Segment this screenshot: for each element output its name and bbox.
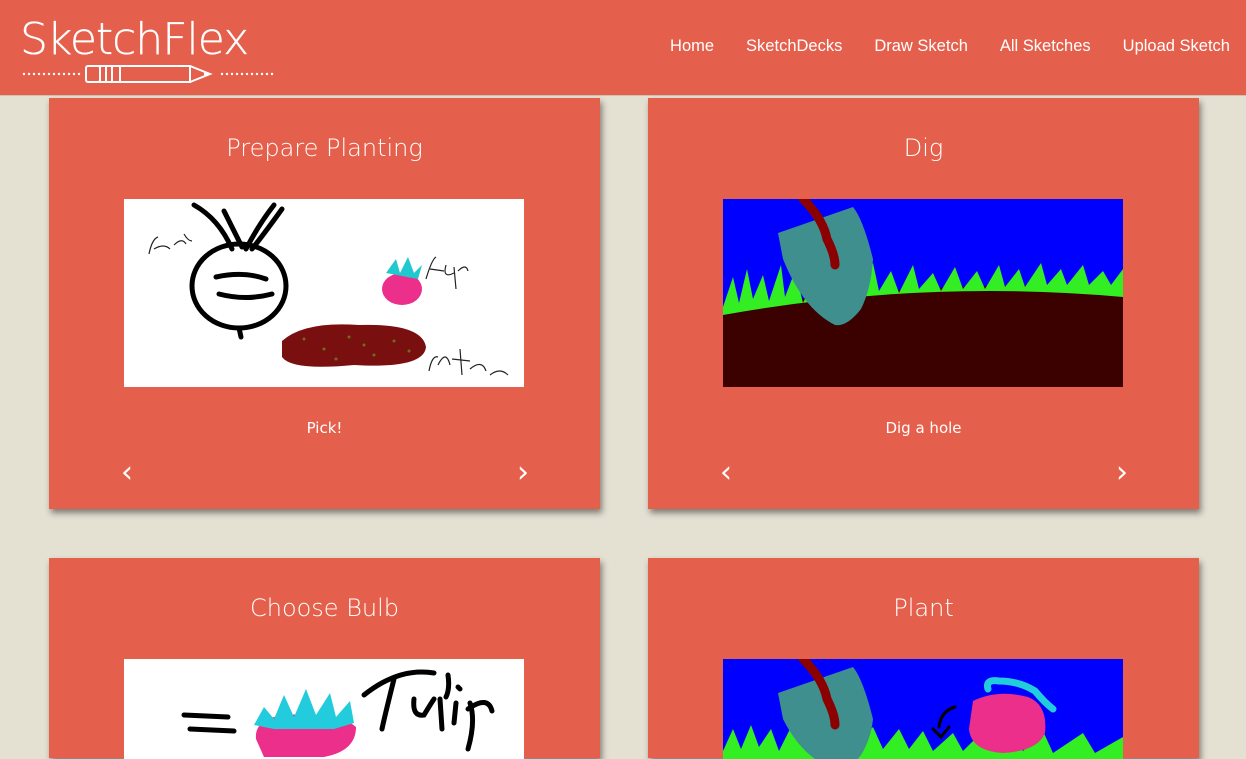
sketch-card-choose-bulb: Choose Bulb xyxy=(49,558,600,759)
sketch-card-dig: Dig Dig a hole ‹ › xyxy=(648,98,1199,509)
prev-arrow-icon[interactable]: ‹ xyxy=(121,458,133,488)
card-title: Prepare Planting xyxy=(226,134,423,162)
card-title: Dig xyxy=(903,134,944,162)
nav-all-sketches[interactable]: All Sketches xyxy=(1000,37,1091,56)
sketch-image[interactable] xyxy=(723,199,1123,387)
next-arrow-icon[interactable]: › xyxy=(517,458,529,488)
nav-upload-sketch[interactable]: Upload Sketch xyxy=(1123,37,1230,56)
nav-sketchdecks[interactable]: SketchDecks xyxy=(746,37,842,56)
card-title: Choose Bulb xyxy=(249,594,400,622)
sketch-card-plant: Plant xyxy=(648,558,1199,759)
brand-logo[interactable]: SketchFlex xyxy=(20,14,280,89)
card-caption: Dig a hole xyxy=(885,419,962,437)
nav-home[interactable]: Home xyxy=(670,37,714,56)
sketch-image[interactable] xyxy=(124,659,524,759)
brand-name: SketchFlex xyxy=(20,14,249,65)
sketch-image[interactable] xyxy=(124,199,524,387)
pencil-icon xyxy=(22,65,274,83)
main-nav: Home SketchDecks Draw Sketch All Sketche… xyxy=(670,37,1230,56)
top-navbar: SketchFlex Home SketchDecks Draw Sketch … xyxy=(0,0,1246,96)
next-arrow-icon[interactable]: › xyxy=(1116,458,1128,488)
card-title: Plant xyxy=(893,594,954,622)
prev-arrow-icon[interactable]: ‹ xyxy=(720,458,732,488)
nav-draw-sketch[interactable]: Draw Sketch xyxy=(874,37,968,56)
card-caption: Pick! xyxy=(306,419,343,437)
sketch-image[interactable] xyxy=(723,659,1123,759)
sketch-card-prepare-planting: Prepare Planting Pick! ‹ › xyxy=(49,98,600,509)
